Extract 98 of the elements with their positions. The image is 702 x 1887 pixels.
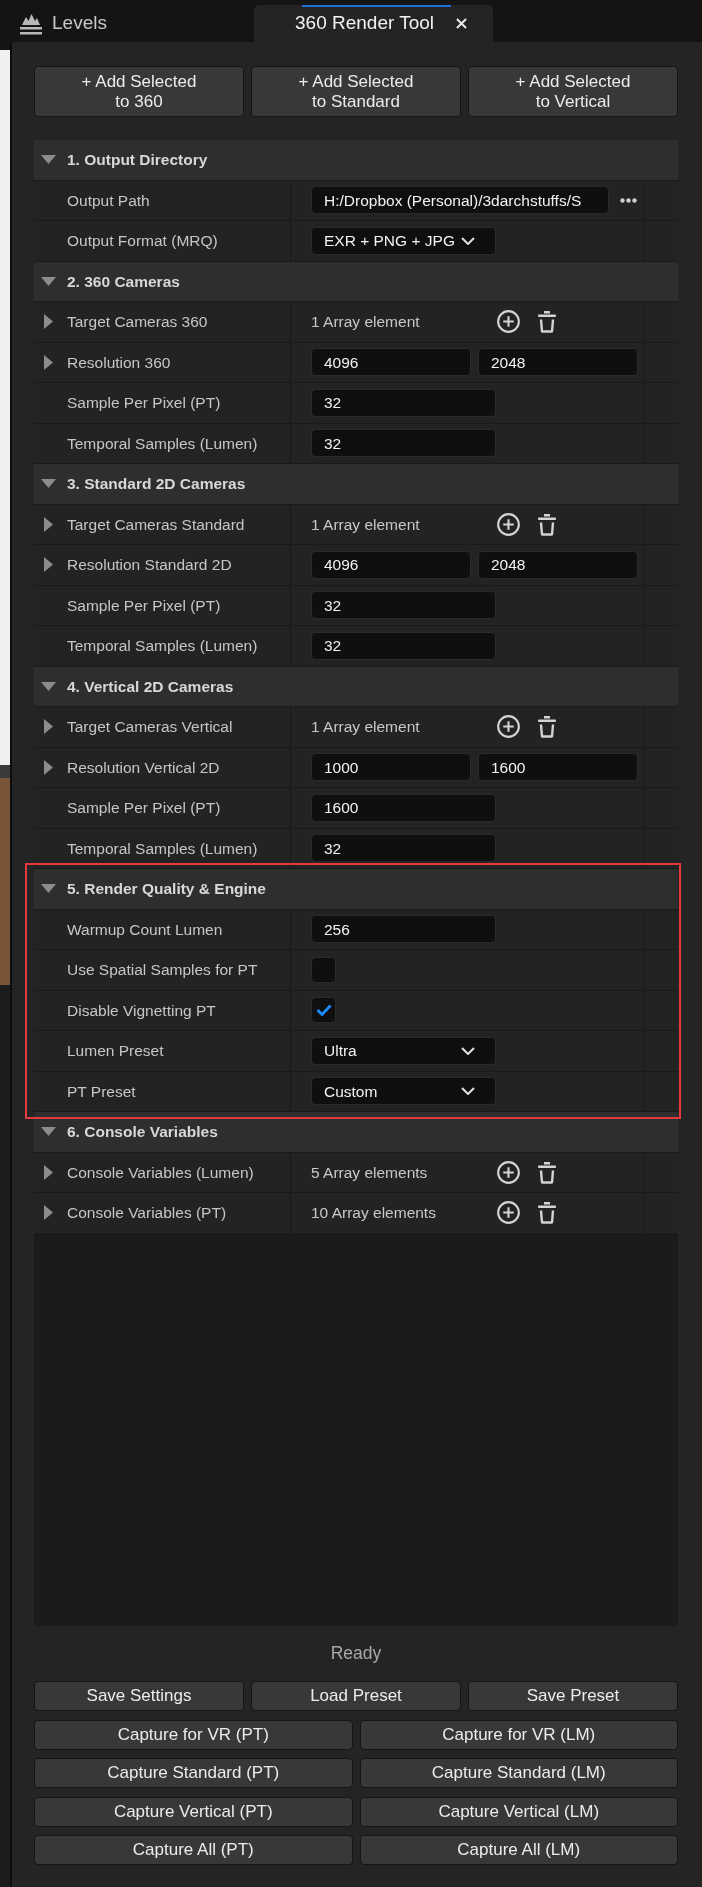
dropdown-select[interactable]: Ultra (311, 1036, 496, 1065)
add-selected-button[interactable]: + Add Selected to Vertical (468, 66, 678, 117)
property-label: Lumen Preset (67, 1041, 164, 1062)
triangle-right-icon[interactable] (44, 557, 53, 573)
triangle-right-icon[interactable] (44, 314, 53, 330)
array-count: 5 Array elements (311, 1162, 428, 1183)
property-label: Target Cameras Standard (67, 514, 245, 535)
capture-button[interactable]: Capture for VR (PT) (34, 1719, 353, 1750)
more-options-icon[interactable] (620, 197, 637, 203)
array-count: 1 Array element (311, 514, 420, 535)
add-circle-icon[interactable] (497, 512, 520, 536)
property-label: Output Path (67, 190, 150, 211)
checkbox[interactable] (311, 997, 336, 1024)
add-circle-icon[interactable] (497, 1201, 520, 1225)
property-label: Warmup Count Lumen (67, 919, 223, 940)
number-field[interactable]: 32 (311, 834, 496, 863)
number-field[interactable]: 32 (311, 631, 496, 660)
chevron-down-icon (461, 236, 475, 245)
property-label: Console Variables (PT) (67, 1203, 227, 1224)
property-label: Temporal Samples (Lumen) (67, 433, 258, 454)
property-label: Sample Per Pixel (PT) (67, 798, 221, 819)
number-field[interactable]: 1600 (478, 753, 638, 782)
property-label: Sample Per Pixel (PT) (67, 595, 221, 616)
property-label: Console Variables (Lumen) (67, 1162, 254, 1183)
number-field[interactable]: 2048 (478, 550, 638, 579)
section-header[interactable]: 1. Output Directory (34, 140, 678, 181)
array-count: 1 Array element (311, 717, 420, 738)
close-icon[interactable] (456, 18, 468, 29)
number-field[interactable]: 32 (311, 388, 496, 417)
number-field[interactable]: 256 (311, 915, 496, 944)
add-circle-icon[interactable] (497, 310, 520, 334)
triangle-down-icon[interactable] (41, 884, 56, 894)
property-label: Resolution 360 (67, 352, 171, 373)
chevron-down-icon (461, 1087, 475, 1096)
triangle-down-icon[interactable] (41, 681, 56, 691)
capture-button[interactable]: Capture Vertical (LM) (359, 1796, 678, 1827)
panel-tab[interactable]: Levels (19, 9, 107, 38)
number-field[interactable]: 1600 (311, 793, 496, 822)
panel-tab[interactable]: 360 Render Tool (254, 5, 493, 42)
triangle-right-icon[interactable] (44, 1164, 53, 1180)
triangle-right-icon[interactable] (44, 516, 53, 532)
trash-icon[interactable] (537, 310, 557, 334)
triangle-right-icon[interactable] (44, 759, 53, 775)
status-text: Ready (330, 1642, 382, 1663)
triangle-down-icon[interactable] (41, 276, 56, 286)
triangle-right-icon[interactable] (44, 354, 53, 370)
number-field[interactable]: 2048 (478, 348, 638, 377)
capture-button[interactable]: Capture Vertical (PT) (34, 1796, 353, 1827)
checkbox[interactable] (311, 956, 336, 983)
property-label: Sample Per Pixel (PT) (67, 393, 221, 414)
property-label: Use Spatial Samples for PT (67, 960, 258, 981)
trash-icon[interactable] (537, 512, 557, 536)
triangle-down-icon[interactable] (41, 155, 56, 165)
chevron-down-icon (461, 1046, 475, 1055)
path-field[interactable]: H:/Dropbox (Personal)/3darchstuffs/S (311, 186, 609, 215)
preset-button[interactable]: Save Preset (468, 1680, 678, 1711)
section-header[interactable]: 4. Vertical 2D Cameras (34, 666, 678, 707)
trash-icon[interactable] (537, 715, 557, 739)
add-selected-button[interactable]: + Add Selected to Standard (251, 66, 461, 117)
dropdown-select[interactable]: EXR + PNG + JPG (311, 226, 496, 255)
number-field[interactable]: 1000 (311, 753, 471, 782)
capture-button[interactable]: Capture All (PT) (34, 1835, 353, 1865)
add-selected-button[interactable]: + Add Selected to 360 (34, 66, 244, 117)
property-label: Target Cameras Vertical (67, 717, 233, 738)
trash-icon[interactable] (537, 1201, 557, 1225)
triangle-right-icon[interactable] (44, 719, 53, 735)
array-count: 10 Array elements (311, 1203, 436, 1224)
property-label: PT Preset (67, 1081, 136, 1102)
preset-button[interactable]: Save Settings (34, 1680, 244, 1711)
property-label: Disable Vignetting PT (67, 1000, 216, 1021)
number-field[interactable]: 4096 (311, 348, 471, 377)
triangle-down-icon[interactable] (41, 479, 56, 489)
section-header[interactable]: 3. Standard 2D Cameras (34, 464, 678, 505)
section-header[interactable]: 2. 360 Cameras (34, 261, 678, 302)
capture-button[interactable]: Capture Standard (PT) (34, 1758, 353, 1788)
number-field[interactable]: 32 (311, 429, 496, 458)
capture-button[interactable]: Capture All (LM) (359, 1835, 678, 1865)
preset-button[interactable]: Load Preset (251, 1680, 461, 1711)
dropdown-select[interactable]: Custom (311, 1077, 496, 1106)
property-label: Resolution Standard 2D (67, 555, 232, 576)
number-field[interactable]: 32 (311, 591, 496, 620)
section-header[interactable]: 6. Console Variables (34, 1112, 678, 1153)
add-circle-icon[interactable] (497, 715, 520, 739)
property-label: Target Cameras 360 (67, 312, 208, 333)
triangle-right-icon[interactable] (44, 1205, 53, 1221)
property-label: Temporal Samples (Lumen) (67, 838, 258, 859)
number-field[interactable]: 4096 (311, 550, 471, 579)
property-label: Resolution Vertical 2D (67, 757, 220, 778)
array-count: 1 Array element (311, 312, 420, 333)
section-header[interactable]: 5. Render Quality & Engine (34, 869, 678, 910)
add-circle-icon[interactable] (497, 1160, 520, 1184)
capture-button[interactable]: Capture Standard (LM) (359, 1758, 678, 1788)
trash-icon[interactable] (537, 1160, 557, 1184)
property-label: Output Format (MRQ) (67, 231, 218, 252)
capture-button[interactable]: Capture for VR (LM) (359, 1719, 678, 1750)
triangle-down-icon[interactable] (41, 1127, 56, 1137)
checkmark-icon (315, 1004, 332, 1017)
property-label: Temporal Samples (Lumen) (67, 636, 258, 657)
